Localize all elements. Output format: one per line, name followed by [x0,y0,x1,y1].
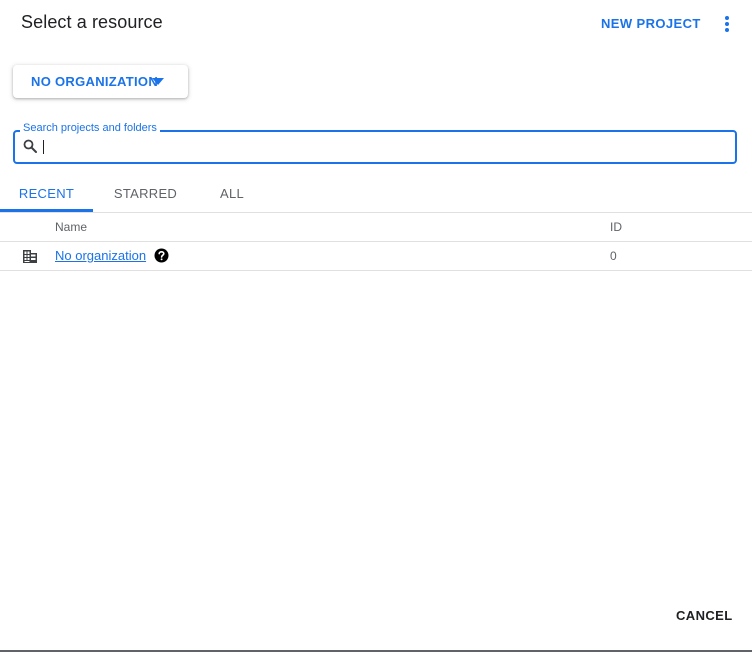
organization-dropdown[interactable]: NO ORGANIZATION [13,65,188,98]
tab-starred[interactable]: STARRED [98,176,193,211]
column-header-id[interactable]: ID [610,220,622,234]
no-organization-link[interactable]: No organization [55,248,146,263]
table-row-divider [0,270,752,271]
cancel-button[interactable]: CANCEL [676,608,733,623]
resource-tabs: RECENT STARRED ALL [0,176,752,213]
table-header-divider [0,241,752,242]
search-input[interactable] [42,137,722,155]
help-icon[interactable] [154,248,169,263]
arrow-drop-down-icon [152,78,164,85]
select-resource-dialog: Select a resource NEW PROJECT NO ORGANIZ… [0,0,752,650]
more-vert-icon[interactable] [717,12,737,36]
tab-all[interactable]: ALL [196,176,268,211]
building-icon [23,250,37,263]
dialog-title: Select a resource [21,12,163,32]
tab-recent[interactable]: RECENT [0,176,93,211]
search-field-label: Search projects and folders [20,122,160,135]
column-header-name[interactable]: Name [55,220,87,234]
new-project-button[interactable]: NEW PROJECT [601,16,701,31]
row-id-value: 0 [610,249,617,263]
tabs-divider [0,212,752,213]
search-icon [23,139,37,153]
organization-dropdown-label: NO ORGANIZATION [31,74,159,89]
text-cursor [43,140,44,154]
